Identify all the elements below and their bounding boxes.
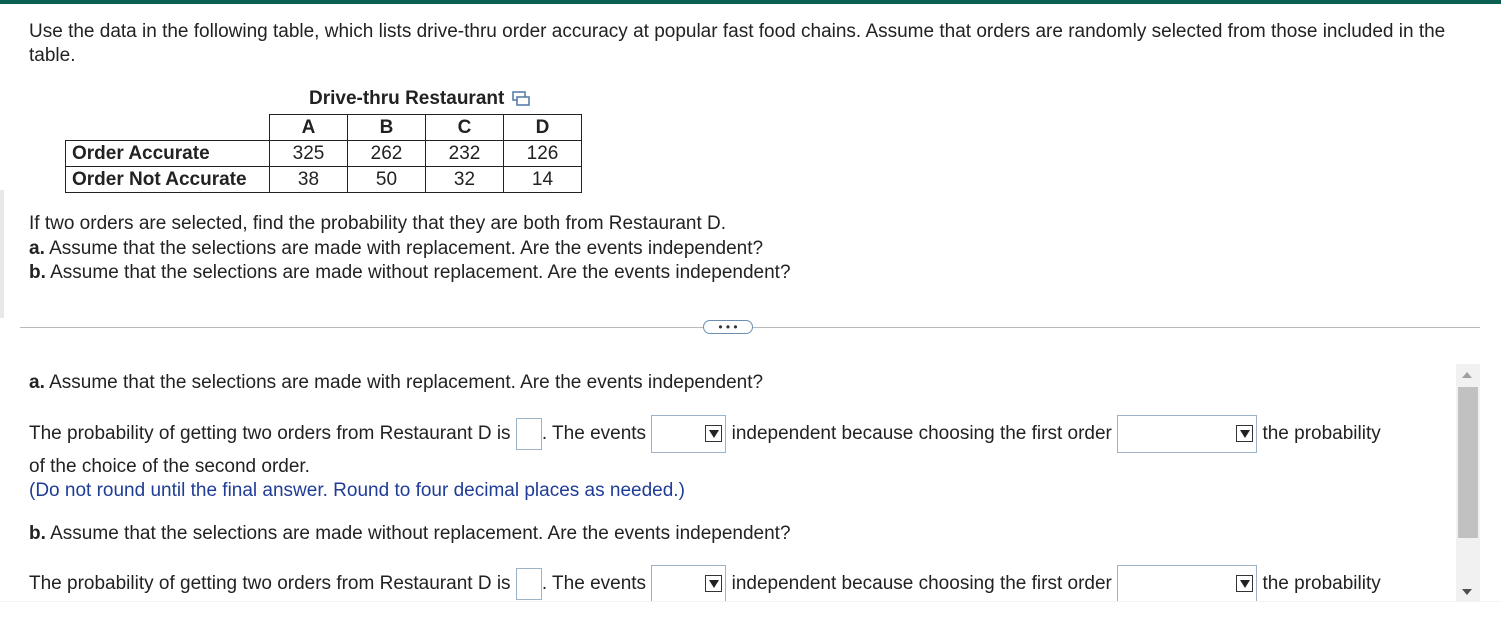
row-label: Order Accurate [65, 140, 270, 167]
answer-b-probability: the probability [1262, 573, 1381, 595]
answer-b-label: b. [29, 523, 46, 544]
table-cell: 262 [347, 140, 426, 167]
expand-more-button[interactable]: • • • [703, 320, 753, 334]
column-header: D [503, 114, 582, 141]
table-row: Order Not Accurate 38 50 32 14 [65, 166, 582, 193]
table-cell: 325 [269, 140, 348, 167]
answer-b-heading: b. Assume that the selections are made w… [29, 523, 791, 545]
part-a-text: Assume that the selections are made with… [49, 237, 764, 259]
table-caption-text: Drive-thru Restaurant [309, 88, 505, 109]
table-cell: 32 [425, 166, 504, 193]
table-cell: 38 [269, 166, 348, 193]
answer-b-heading-text: Assume that the selections are made with… [50, 523, 791, 544]
first-order-b-dropdown[interactable] [1117, 565, 1258, 603]
question-part-a: a. Assume that the selections are made w… [29, 237, 791, 262]
answer-a-line: The probability of getting two orders fr… [29, 415, 1381, 453]
copy-icon[interactable] [512, 90, 531, 108]
intro-text: Use the data in the following table, whi… [29, 21, 1446, 66]
answer-a-heading-text: Assume that the selections are made with… [49, 372, 764, 393]
table-corner [65, 114, 270, 141]
answer-b-independent: independent because choosing the first o… [731, 573, 1112, 595]
question-stem: If two orders are selected, find the pro… [29, 213, 727, 234]
events-b-dropdown[interactable] [651, 565, 727, 603]
table-header-row: A B C D [65, 114, 582, 141]
chevron-down-icon [1236, 425, 1254, 442]
answer-b-prefix: The probability of getting two orders fr… [29, 573, 511, 595]
data-table: A B C D Order Accurate 325 262 232 126 O… [65, 114, 582, 193]
answer-a-heading: a. Assume that the selections are made w… [29, 372, 763, 394]
answer-a-events: . The events [541, 423, 647, 445]
scroll-up-icon[interactable] [1462, 372, 1472, 378]
events-a-dropdown[interactable] [651, 415, 727, 453]
table-cell: 232 [425, 140, 504, 167]
column-header: C [425, 114, 504, 141]
part-b-label: b. [29, 262, 46, 283]
chevron-down-icon [705, 575, 723, 592]
left-edge-rule [0, 190, 4, 318]
rounding-note: (Do not round until the final answer. Ro… [29, 480, 685, 501]
answer-b-line: The probability of getting two orders fr… [29, 565, 1381, 603]
top-accent-bar [0, 0, 1501, 4]
question-block: If two orders are selected, find the pro… [29, 212, 791, 286]
column-header: B [347, 114, 426, 141]
question-part-b: b. Assume that the selections are made w… [29, 261, 791, 286]
answer-b-events: . The events [541, 573, 647, 595]
answer-a-continuation: of the choice of the second order. [29, 456, 310, 477]
chevron-down-icon [1236, 575, 1254, 592]
table-cell: 14 [503, 166, 582, 193]
chevron-down-icon [705, 425, 723, 442]
answer-a-independent: independent because choosing the first o… [731, 423, 1112, 445]
column-header: A [269, 114, 348, 141]
answer-a-label: a. [29, 372, 45, 393]
scrollbar-thumb[interactable] [1458, 387, 1478, 538]
scroll-down-icon[interactable] [1462, 589, 1472, 595]
row-label: Order Not Accurate [65, 166, 270, 193]
part-b-text: Assume that the selections are made with… [50, 262, 791, 283]
probability-a-input[interactable] [515, 418, 542, 450]
table-row: Order Accurate 325 262 232 126 [65, 140, 582, 167]
table-cell: 126 [503, 140, 582, 167]
table-cell: 50 [347, 166, 426, 193]
part-a-label: a. [29, 237, 45, 259]
table-caption: Drive-thru Restaurant [309, 88, 531, 110]
answer-a-probability: the probability [1262, 423, 1381, 445]
probability-b-input[interactable] [515, 568, 542, 600]
bottom-edge [0, 601, 1501, 626]
answer-a-prefix: The probability of getting two orders fr… [29, 423, 511, 445]
first-order-a-dropdown[interactable] [1117, 415, 1258, 453]
